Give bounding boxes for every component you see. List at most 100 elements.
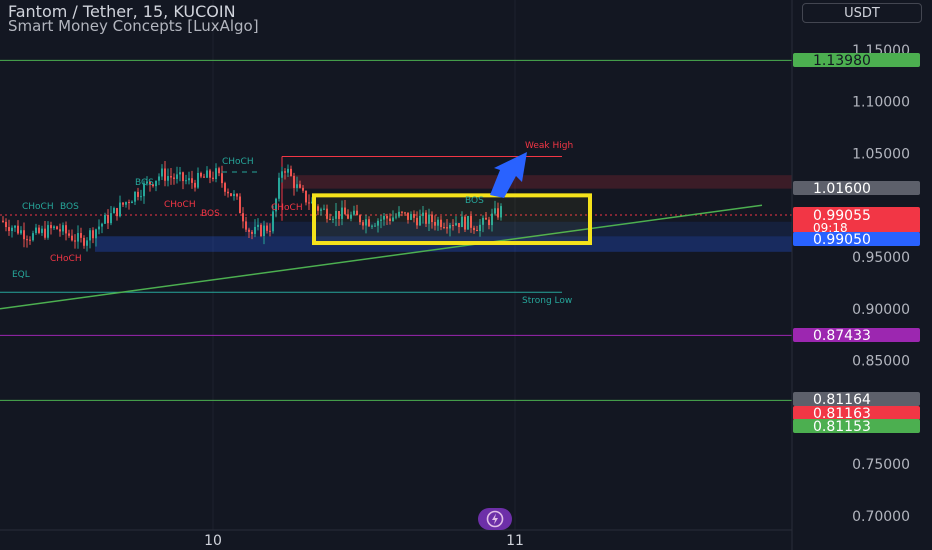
candle-body	[26, 239, 28, 241]
candle-body	[287, 168, 289, 173]
time-axis: 10 11	[0, 529, 792, 549]
candle-body	[245, 221, 247, 230]
smc-label: CHoCH	[22, 202, 54, 212]
candle-body	[101, 223, 103, 227]
candle-body	[140, 196, 142, 198]
candle-body	[56, 226, 58, 230]
candle-body	[194, 182, 196, 188]
time-tick-label: 11	[506, 533, 524, 549]
candle-body	[104, 214, 106, 224]
candle-body	[281, 171, 283, 178]
candle-body	[230, 193, 232, 197]
candle-body	[65, 225, 67, 234]
candle-body	[98, 226, 100, 230]
candle-body	[242, 213, 244, 222]
candle-body	[254, 226, 256, 234]
candle-body	[89, 230, 91, 241]
price-label-text: 1.13980	[813, 53, 871, 69]
candle-body	[239, 196, 241, 214]
candle-body	[296, 184, 298, 188]
smc-label: Weak High	[525, 141, 573, 151]
smc-label: CHoCH	[271, 203, 303, 213]
candle-body	[197, 172, 199, 188]
price-axis: 0.70000 0.75000 0.85000 0.90000 0.95000 1.050…	[791, 0, 932, 550]
candle-body	[38, 227, 40, 233]
price-tick-label: 1.05000	[852, 146, 910, 162]
smc-label: CHoCH	[50, 254, 82, 264]
candle-body	[47, 225, 49, 238]
candle-body	[41, 228, 43, 233]
candle-body	[92, 230, 94, 239]
candle-body	[44, 228, 46, 238]
candle-body	[137, 191, 139, 197]
smc-label: BOS	[135, 178, 154, 188]
candle-body	[236, 193, 238, 197]
candle-body	[161, 168, 163, 177]
candle-body	[164, 168, 166, 181]
candle-body	[206, 170, 208, 178]
candle-body	[83, 237, 85, 246]
price-label-text: 1.01600	[813, 181, 871, 197]
candle-body	[77, 233, 79, 242]
candle-body	[95, 229, 97, 239]
candle-body	[110, 213, 112, 224]
price-tick-label: 0.70000	[852, 509, 910, 525]
candle-body	[173, 177, 175, 179]
grid-lines	[212, 0, 516, 530]
candle-body	[71, 235, 73, 241]
currency-button[interactable]: USDT	[802, 3, 922, 23]
candle-body	[272, 211, 274, 232]
candle-body	[224, 183, 226, 192]
candle-body	[107, 214, 109, 224]
smc-label: CHoCH	[222, 157, 254, 167]
candle-body	[221, 173, 223, 184]
candle-body	[131, 201, 133, 204]
candle-body	[203, 176, 205, 178]
indicator-title[interactable]: Smart Money Concepts [LuxAlgo]	[8, 17, 259, 35]
candle-body	[185, 180, 187, 182]
candle-body	[200, 172, 202, 177]
candle-body	[251, 231, 253, 234]
candle-body	[74, 240, 76, 242]
candle-body	[116, 208, 118, 217]
candle-body	[218, 168, 220, 174]
candle-body	[278, 177, 280, 199]
candle-body	[29, 239, 31, 241]
price-label-text: 0.87433	[813, 328, 871, 344]
lightning-button[interactable]	[478, 508, 512, 530]
candle-body	[17, 225, 19, 234]
bearish-order-block	[282, 175, 792, 189]
candle-body	[86, 240, 88, 246]
candle-body	[80, 233, 82, 238]
price-tick-label: 0.75000	[852, 457, 910, 473]
candle-body	[179, 172, 181, 175]
candle-body	[233, 193, 235, 197]
candle-body	[191, 178, 193, 183]
candle-body	[302, 187, 304, 191]
candle-body	[62, 225, 64, 232]
candle-body	[299, 184, 301, 188]
price-chart[interactable]: Weak High Strong Low CHoCH BOS CHoCH BOS CHoCH…	[0, 0, 932, 550]
price-tick-label: 0.85000	[852, 354, 910, 370]
candle-body	[269, 230, 271, 232]
candle-body	[308, 202, 310, 204]
candle-body	[14, 225, 16, 228]
smc-label: BOS	[201, 209, 220, 219]
candle-body	[260, 224, 262, 237]
candle-body	[290, 168, 292, 176]
candle-body	[113, 208, 115, 214]
candle-body	[125, 202, 127, 205]
price-tick-label: 0.90000	[852, 302, 910, 318]
price-tick-label: 1.10000	[852, 95, 910, 111]
candle-body	[305, 190, 307, 203]
time-tick-label: 10	[204, 533, 222, 549]
candle-body	[248, 229, 250, 232]
candle-body	[215, 168, 217, 179]
candle-body	[167, 176, 169, 181]
candle-body	[5, 221, 7, 228]
candle-body	[209, 170, 211, 178]
candle-body	[53, 226, 55, 229]
candle-body	[2, 220, 4, 222]
candle-body	[11, 227, 13, 231]
candle-body	[119, 202, 121, 217]
